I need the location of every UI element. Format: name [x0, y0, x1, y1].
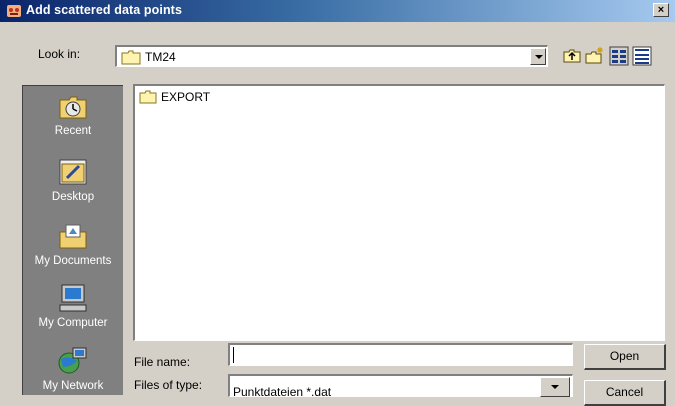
- places-item-label: My Network: [42, 380, 104, 392]
- up-folder-icon[interactable]: [562, 46, 582, 66]
- places-item-recent[interactable]: Recent: [23, 90, 123, 137]
- my-documents-icon: [59, 224, 87, 249]
- file-name-label: File name:: [134, 355, 191, 369]
- places-item-desktop[interactable]: Desktop: [23, 156, 123, 203]
- desktop-icon: [59, 159, 87, 185]
- folder-icon: [139, 90, 157, 104]
- my-computer-icon: [59, 284, 87, 312]
- look-in-label: Look in:: [38, 47, 81, 61]
- places-item-my-computer[interactable]: My Computer: [23, 282, 123, 329]
- file-type-value: Punktdateien *.dat: [233, 385, 332, 399]
- look-in-combo[interactable]: TM24: [115, 45, 548, 67]
- text-caret: [233, 347, 234, 363]
- title-bar[interactable]: Add scattered data points ×: [0, 0, 675, 22]
- list-view-icon[interactable]: [609, 46, 629, 66]
- places-item-label: Desktop: [51, 191, 95, 203]
- file-list[interactable]: EXPORT: [133, 84, 665, 341]
- open-button[interactable]: Open: [584, 344, 666, 370]
- places-item-label: My Computer: [38, 317, 108, 329]
- file-item[interactable]: EXPORT: [139, 90, 210, 104]
- new-folder-icon[interactable]: [585, 46, 605, 66]
- chevron-down-icon: [535, 55, 543, 59]
- java-app-icon: [7, 5, 21, 17]
- file-type-dropdown-button[interactable]: [540, 377, 570, 397]
- places-item-network[interactable]: My Network: [23, 345, 123, 392]
- look-in-value: TM24: [145, 50, 176, 64]
- close-icon: ×: [657, 4, 665, 16]
- window-title: Add scattered data points: [26, 3, 182, 17]
- chevron-down-icon: [551, 385, 559, 389]
- file-type-label: Files of type:: [134, 378, 203, 392]
- network-icon: [58, 347, 87, 374]
- places-item-label: My Documents: [34, 255, 112, 267]
- places-bar: Recent Desktop My Documents My Computer: [22, 85, 123, 395]
- places-item-my-documents[interactable]: My Documents: [23, 220, 123, 267]
- recent-icon: [59, 96, 87, 119]
- folder-icon: [121, 50, 141, 65]
- close-button[interactable]: ×: [653, 3, 669, 17]
- file-item-name: EXPORT: [161, 90, 211, 104]
- look-in-dropdown-button[interactable]: [530, 48, 546, 65]
- file-name-input[interactable]: [228, 343, 573, 366]
- places-item-label: Recent: [54, 125, 92, 137]
- cancel-button[interactable]: Cancel: [584, 380, 666, 406]
- details-view-icon[interactable]: [632, 46, 652, 66]
